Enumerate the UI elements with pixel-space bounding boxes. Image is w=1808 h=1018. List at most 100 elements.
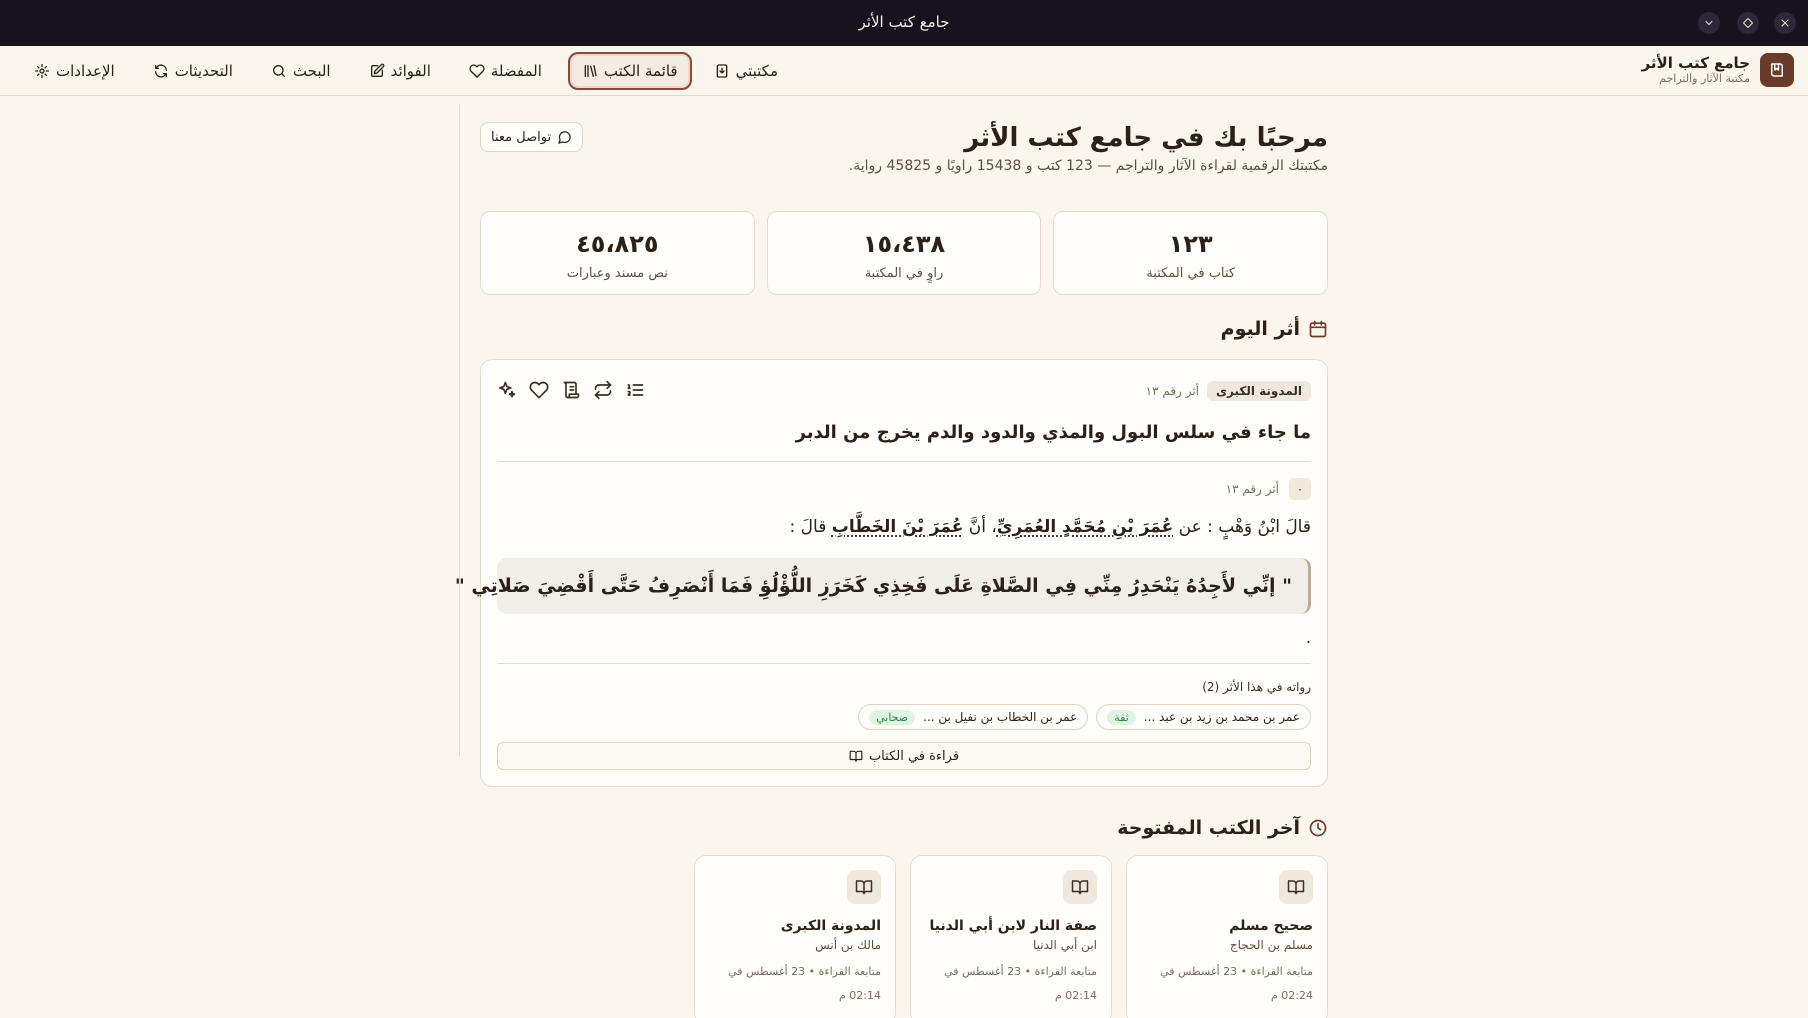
narrators-list: عمر بن محمد بن زيد بن عبد ... ثقة عمر بن… xyxy=(858,704,1311,730)
athar-of-day-heading: أثر اليوم xyxy=(1221,318,1328,340)
stat-texts: ٤٥،٨٢٥ نص مسند وعبارات xyxy=(479,211,755,295)
nav-my-library-label: مكتبتي xyxy=(735,62,778,80)
content-divider xyxy=(459,104,460,756)
diamond-icon xyxy=(1742,17,1754,29)
athar-title: ما جاء في سلس البول والمذي والدود والدم … xyxy=(795,422,1311,443)
nav-books-list[interactable]: قائمة الكتب xyxy=(567,52,692,90)
recent-book-author: مسلم بن الحجاج xyxy=(1229,938,1313,952)
narrator-grade-badge: صحابي xyxy=(869,709,916,725)
nav-favorites-label: المفضلة xyxy=(490,62,542,80)
heart-icon[interactable] xyxy=(529,380,549,400)
welcome-subtitle: مكتبتك الرقمية لقراءة الآثار والتراجم — … xyxy=(848,158,1328,174)
book-open-icon xyxy=(1279,870,1313,904)
recent-book-time: متابعة القراءة • 23 أغسطس في 02:14 م xyxy=(944,965,1097,1002)
stat-narrators-label: راوٍ في المكتبة xyxy=(864,266,944,281)
brand-name: جامع كتب الأثر xyxy=(1641,53,1750,72)
top-navbar: جامع كتب الأثر مكتبة الآثار والتراجم الإ… xyxy=(0,46,1808,96)
brand-subtitle: مكتبة الآثار والتراجم xyxy=(1659,71,1750,85)
search-icon xyxy=(271,63,287,79)
narrator-chip[interactable]: عمر بن الخطاب بن نفيل بن ... صحابي xyxy=(858,704,1089,730)
read-in-book-button[interactable]: قراءة في الكتاب xyxy=(497,742,1311,770)
athar-of-day-title: أثر اليوم xyxy=(1220,318,1300,340)
isnad-rawi-link[interactable]: عُمَرَ بْنِ مُحَمَّدٍ العُمَرِيِّ xyxy=(997,517,1173,537)
recent-book-time: متابعة القراءة • 23 أغسطس في 02:24 م xyxy=(1160,965,1313,1002)
book-open-icon xyxy=(847,870,881,904)
scroll-text-icon[interactable] xyxy=(561,380,581,400)
book-open-icon xyxy=(1063,870,1097,904)
stat-books-label: كتاب في المكتبة xyxy=(1146,266,1236,281)
library-icon xyxy=(582,63,598,79)
narrator-name: عمر بن الخطاب بن نفيل بن ... xyxy=(923,710,1078,724)
recent-book-title: صحيح مسلم xyxy=(1229,918,1313,934)
stat-narrators: ١٥،٤٣٨ راوٍ في المكتبة xyxy=(766,211,1042,295)
stat-books: ١٢٣ كتاب في المكتبة xyxy=(1053,211,1328,295)
card-divider xyxy=(497,663,1311,664)
nav-search[interactable]: البحث xyxy=(259,52,343,90)
recent-book-title: صفة النار لابن أبي الدنيا xyxy=(929,918,1097,934)
sparkles-icon[interactable] xyxy=(497,380,517,400)
stats-row: ١٢٣ كتاب في المكتبة ١٥،٤٣٨ راوٍ في المكت… xyxy=(479,211,1328,295)
calendar-icon xyxy=(1308,319,1328,339)
recent-book-author: ابن أبي الدنيا xyxy=(1032,938,1097,952)
nav-updates-label: التحديثات xyxy=(174,62,233,80)
window-title: جامع كتب الأثر xyxy=(858,13,950,31)
welcome-title: مرحبًا بك في جامع كتب الأثر xyxy=(964,123,1328,153)
nav-notes[interactable]: الفوائد xyxy=(357,52,443,90)
isnad-rawi-link[interactable]: عُمَرَ بْنَ الخَطَّابِ xyxy=(832,517,964,537)
athar-number-secondary: أثر رقم ١٣ xyxy=(1225,482,1279,496)
brand[interactable]: جامع كتب الأثر مكتبة الآثار والتراجم xyxy=(1642,53,1794,87)
chevron-down-icon xyxy=(1703,17,1715,29)
athar-matn: " إنِّي لأَجِدُهُ يَنْحَدِرُ مِنِّي فِي … xyxy=(455,558,1311,614)
book-logo-icon xyxy=(1760,53,1794,87)
stat-texts-label: نص مسند وعبارات xyxy=(566,266,668,281)
window-maximize-button[interactable] xyxy=(1737,12,1759,34)
athar-isnad: قالَ ابْنُ وَهْبٍ : عن عُمَرَ بْنِ مُحَم… xyxy=(790,517,1311,537)
contact-label: تواصل معنا xyxy=(491,129,552,145)
recent-books-title: آخر الكتب المفتوحة xyxy=(1117,817,1300,839)
clock-icon xyxy=(1308,818,1328,838)
window-titlebar: جامع كتب الأثر xyxy=(0,0,1808,46)
athar-number: أثر رقم ١٣ xyxy=(1145,384,1200,398)
athar-card: المدونة الكبرى أثر رقم ١٣ ما جاء في سلس … xyxy=(455,359,1328,787)
book-badge[interactable]: المدونة الكبرى xyxy=(1207,381,1311,401)
isnad-suffix: قالَ : xyxy=(789,517,827,537)
contact-button[interactable]: تواصل معنا xyxy=(480,122,584,152)
nav-favorites[interactable]: المفضلة xyxy=(457,52,554,90)
nav-search-label: البحث xyxy=(292,62,331,80)
recent-book-card[interactable]: المدونة الكبرى مالك بن أنس متابعة القراء… xyxy=(694,855,896,1018)
refresh-icon xyxy=(153,63,169,79)
read-in-book-label: قراءة في الكتاب xyxy=(868,748,960,764)
card-divider xyxy=(497,461,1311,462)
narrator-chip[interactable]: عمر بن محمد بن زيد بن عبد ... ثقة xyxy=(1096,704,1311,730)
recent-book-card[interactable]: صحيح مسلم مسلم بن الحجاج متابعة القراءة … xyxy=(1126,855,1328,1018)
nav-updates[interactable]: التحديثات xyxy=(141,52,245,90)
athar-tail: . xyxy=(1305,628,1311,647)
gear-icon xyxy=(34,63,50,79)
window-minimize-button[interactable] xyxy=(1698,12,1720,34)
window-close-button[interactable] xyxy=(1774,12,1796,34)
athar-index-chip: ٠ xyxy=(1289,478,1311,500)
close-icon xyxy=(1779,17,1791,29)
nav-settings-label: الإعدادات xyxy=(56,62,115,80)
book-open-icon xyxy=(849,749,863,763)
recent-book-card[interactable]: صفة النار لابن أبي الدنيا ابن أبي الدنيا… xyxy=(910,855,1112,1018)
isnad-middle: ، أنَّ xyxy=(968,517,997,537)
list-ordered-icon[interactable] xyxy=(625,380,645,400)
recent-books-heading: آخر الكتب المفتوحة xyxy=(1117,817,1328,839)
stat-texts-value: ٤٥،٨٢٥ xyxy=(576,230,659,258)
nav-settings[interactable]: الإعدادات xyxy=(22,52,127,90)
isnad-prefix: قالَ ابْنُ وَهْبٍ : عن xyxy=(1178,517,1311,537)
notebook-pen-icon xyxy=(369,63,385,79)
recent-book-author: مالك بن أنس xyxy=(815,938,881,952)
message-circle-icon xyxy=(557,130,572,145)
athar-toolbar xyxy=(497,380,645,400)
stat-books-value: ١٢٣ xyxy=(1168,230,1213,258)
recent-book-title: المدونة الكبرى xyxy=(780,918,881,934)
repeat-icon[interactable] xyxy=(593,380,613,400)
nav-my-library[interactable]: مكتبتي xyxy=(702,52,790,90)
narrator-grade-badge: ثقة xyxy=(1107,709,1136,725)
stat-narrators-value: ١٥،٤٣٨ xyxy=(862,230,946,258)
nav-books-list-label: قائمة الكتب xyxy=(603,62,678,80)
narrator-name: عمر بن محمد بن زيد بن عبد ... xyxy=(1143,710,1300,724)
nav-notes-label: الفوائد xyxy=(390,62,431,80)
